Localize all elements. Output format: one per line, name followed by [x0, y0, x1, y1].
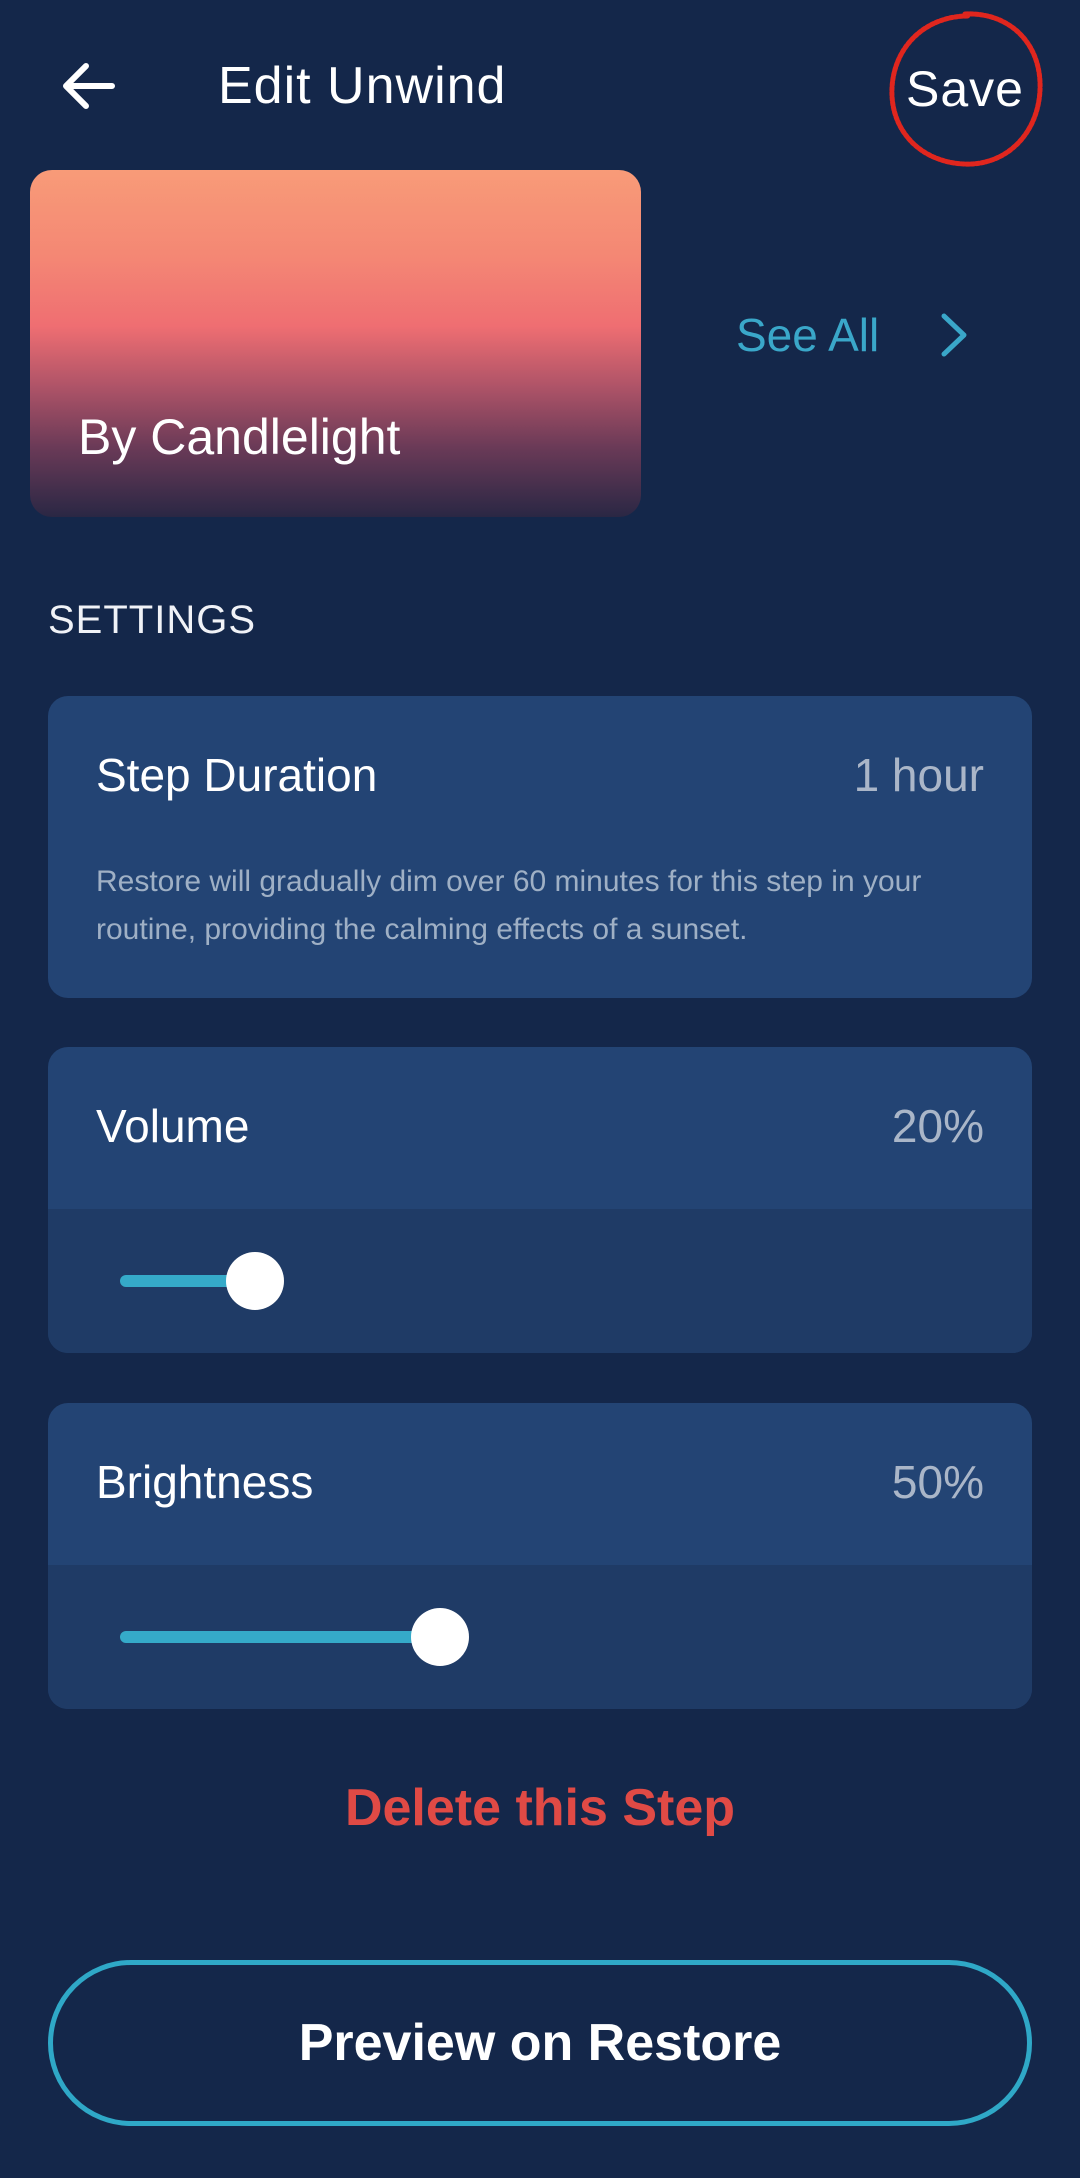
see-all-link[interactable]: See All — [736, 308, 969, 362]
delete-step-button[interactable]: Delete this Step — [0, 1778, 1080, 1838]
preview-on-restore-button[interactable]: Preview on Restore — [48, 1960, 1032, 2126]
volume-slider-area — [48, 1209, 1032, 1353]
step-duration-card[interactable]: Step Duration 1 hour Restore will gradua… — [48, 696, 1032, 998]
volume-slider-thumb[interactable] — [226, 1252, 284, 1310]
edit-unwind-screen: Edit Unwind Save By Candlelight See All … — [0, 0, 1080, 2178]
step-duration-title: Step Duration — [96, 749, 378, 801]
see-all-label: See All — [736, 309, 880, 361]
brightness-slider-track — [120, 1631, 440, 1643]
step-duration-value: 1 hour — [853, 749, 984, 801]
brightness-slider-area — [48, 1565, 1032, 1709]
settings-section-label: SETTINGS — [48, 598, 257, 642]
volume-title: Volume — [96, 1100, 250, 1152]
chevron-right-icon — [941, 313, 967, 357]
brightness-title: Brightness — [96, 1456, 314, 1508]
brightness-value: 50% — [891, 1456, 984, 1508]
sound-card[interactable]: By Candlelight — [30, 170, 641, 517]
save-label: Save — [906, 61, 1024, 117]
volume-slider[interactable] — [120, 1209, 960, 1353]
sound-name: By Candlelight — [78, 409, 401, 465]
brightness-card: Brightness 50% — [48, 1403, 1032, 1709]
preview-label: Preview on Restore — [298, 2014, 782, 2072]
volume-card: Volume 20% — [48, 1047, 1032, 1353]
back-button[interactable] — [48, 50, 128, 122]
volume-value: 20% — [891, 1100, 984, 1152]
step-duration-description: Restore will gradually dim over 60 minut… — [96, 865, 922, 946]
arrow-left-icon — [63, 63, 115, 109]
page-title: Edit Unwind — [218, 57, 507, 115]
save-button[interactable]: Save — [880, 4, 1050, 174]
brightness-slider-thumb[interactable] — [411, 1608, 469, 1666]
brightness-slider[interactable] — [120, 1565, 960, 1709]
